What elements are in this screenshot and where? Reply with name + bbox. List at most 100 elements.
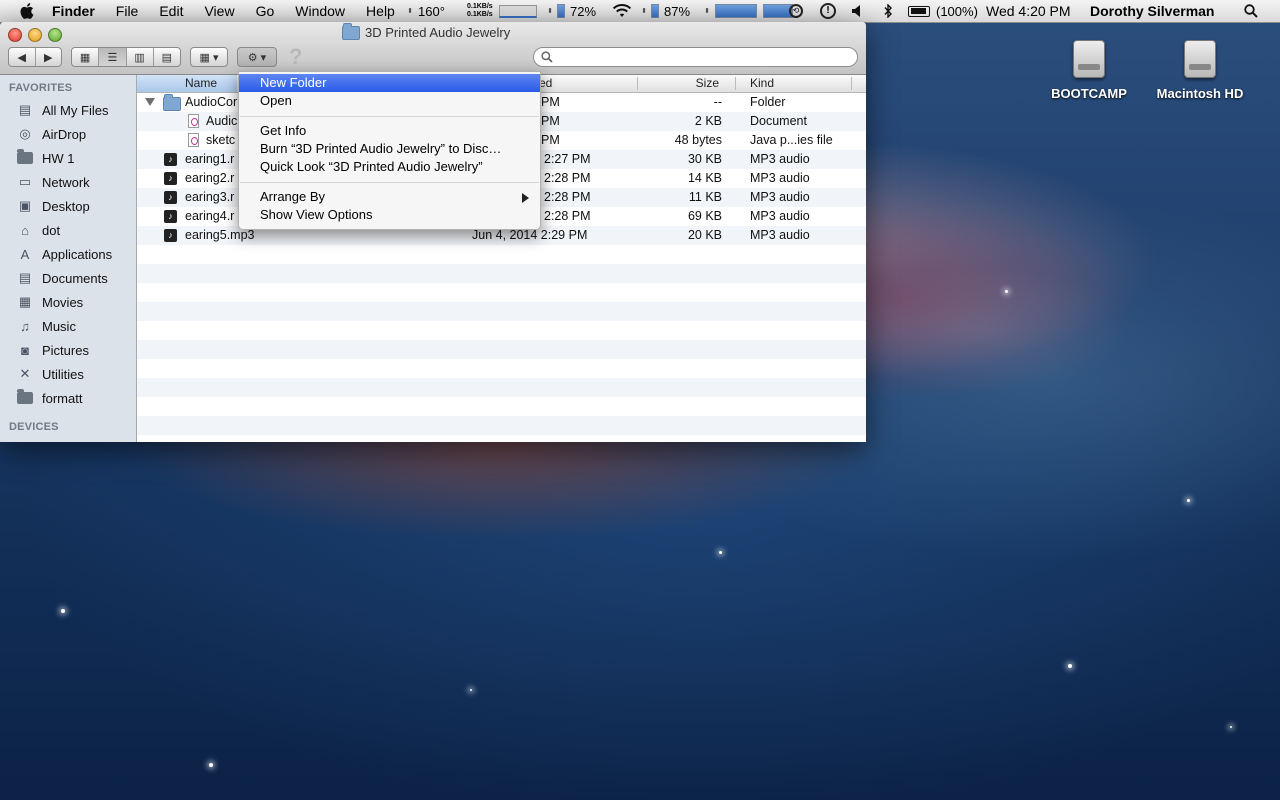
clock[interactable]: Wed 4:20 PM <box>986 0 1071 22</box>
file-date: PM <box>541 114 560 128</box>
user-name[interactable]: Dorothy Silverman <box>1090 0 1214 22</box>
spotlight-status[interactable] <box>1244 0 1258 22</box>
cover-flow-button[interactable]: ▤ <box>154 48 180 66</box>
back-arrow-icon: ◀ <box>17 51 26 64</box>
menu-item-label: Arrange By <box>260 189 326 204</box>
sidebar-item-all-my-files[interactable]: ▤ All My Files <box>0 99 136 121</box>
sidebar-item-movies[interactable]: ▦ Movies <box>0 291 136 313</box>
disk-status[interactable]: ▮ <box>703 0 793 22</box>
sidebar-item-documents[interactable]: ▤ Documents <box>0 267 136 289</box>
sidebar-item-formatt[interactable]: formatt <box>0 387 136 409</box>
file-size: 2 KB <box>694 114 722 128</box>
menu-item-arrange-by[interactable]: Arrange By <box>239 188 540 206</box>
folder-icon <box>342 22 360 40</box>
drive-macintosh-hd[interactable]: Macintosh HD <box>1145 40 1255 101</box>
menu-help[interactable]: Help <box>366 3 395 19</box>
menu-window[interactable]: Window <box>295 3 345 19</box>
forward-button[interactable]: ▶ <box>36 48 62 66</box>
back-button[interactable]: ◀ <box>9 48 36 66</box>
sidebar-item-label: Music <box>42 318 76 334</box>
alert-status[interactable]: ! <box>820 0 836 22</box>
menu-item-new-folder[interactable]: New Folder <box>239 74 540 92</box>
view-mode-control: ▦ ☰ ▥ ▤ <box>71 47 181 67</box>
minimize-button[interactable] <box>28 28 42 42</box>
sidebar-item-desktop[interactable]: ▣ Desktop <box>0 195 136 217</box>
file-kind: Folder <box>750 95 786 109</box>
star <box>209 763 213 767</box>
menu-item-show-view-options[interactable]: Show View Options <box>239 206 540 224</box>
menu-item-get-info[interactable]: Get Info <box>239 122 540 140</box>
icon-view-icon: ▦ <box>79 51 91 64</box>
menu-view[interactable]: View <box>204 3 234 19</box>
sidebar-item-network[interactable]: ▭ Network <box>0 171 136 193</box>
close-button[interactable] <box>8 28 22 42</box>
empty-row <box>137 397 866 416</box>
net-down: 0.1KB/s <box>467 11 493 18</box>
zoom-button[interactable] <box>48 28 62 42</box>
menu-edit[interactable]: Edit <box>159 3 183 19</box>
sidebar-item-applications[interactable]: A Applications <box>0 243 136 265</box>
file-date: 2:28 PM <box>544 171 591 185</box>
battery-meter-status[interactable]: ▮ 87% <box>640 0 690 22</box>
menu-bar: Finder File Edit View Go Window Help ▮ 1… <box>0 0 1280 23</box>
drive-bootcamp[interactable]: BOOTCAMP <box>1034 40 1144 101</box>
column-divider <box>851 77 852 90</box>
column-header-date[interactable]: ed <box>539 76 552 91</box>
disclosure-triangle-icon[interactable] <box>145 98 155 106</box>
temp-sensor-icon: ▮ <box>408 8 412 14</box>
arrange-button[interactable]: ▦ ▾ <box>190 47 228 67</box>
menu-separator <box>240 116 539 117</box>
sidebar-item-label: Pictures <box>42 342 89 358</box>
menu-item-quick-look[interactable]: Quick Look “3D Printed Audio Jewelry” <box>239 158 540 176</box>
sidebar-item-label: All My Files <box>42 102 109 118</box>
menu-finder[interactable]: Finder <box>52 3 95 19</box>
mp3-icon: ♪ <box>164 210 177 223</box>
volume-status[interactable] <box>852 0 862 22</box>
search-icon <box>541 51 553 63</box>
icon-view-button[interactable]: ▦ <box>72 48 100 66</box>
disk-meter-icon <box>715 4 757 18</box>
menu-file[interactable]: File <box>116 3 139 19</box>
empty-row <box>137 378 866 397</box>
menu-item-burn-to-disc[interactable]: Burn “3D Printed Audio Jewelry” to Disc… <box>239 140 540 158</box>
sidebar-item-pictures[interactable]: ◙ Pictures <box>0 339 136 361</box>
forward-arrow-icon: ▶ <box>44 51 53 64</box>
empty-row <box>137 302 866 321</box>
apple-logo-icon[interactable] <box>20 3 34 19</box>
sidebar-item-airdrop[interactable]: ◎ AirDrop <box>0 123 136 145</box>
sidebar-item-dot[interactable]: ⌂ dot <box>0 219 136 241</box>
column-divider <box>735 77 736 90</box>
battery-status[interactable]: (100%) <box>908 0 978 22</box>
list-view-icon: ☰ <box>107 51 118 64</box>
action-button[interactable]: ⚙ ▾ <box>237 47 277 67</box>
sidebar: FAVORITES ▤ All My Files ◎ AirDrop HW 1 … <box>0 75 137 442</box>
column-divider <box>637 77 638 90</box>
utilities-icon: ✕ <box>19 366 31 381</box>
window-title-text: 3D Printed Audio Jewelry <box>365 25 511 40</box>
cpu-temp-status[interactable]: ▮ 160° <box>406 0 445 22</box>
search-field[interactable] <box>533 47 858 67</box>
column-header-name[interactable]: Name <box>185 76 217 91</box>
sidebar-item-music[interactable]: ♫ Music <box>0 315 136 337</box>
file-date: 2:27 PM <box>544 152 591 166</box>
sidebar-item-hw1[interactable]: HW 1 <box>0 147 136 169</box>
list-view-button[interactable]: ☰ <box>99 48 127 66</box>
sidebar-header-devices: DEVICES <box>9 421 59 433</box>
file-name: earing1.r <box>185 152 235 166</box>
sidebar-item-utilities[interactable]: ✕ Utilities <box>0 363 136 385</box>
menu-go[interactable]: Go <box>256 3 275 19</box>
time-machine-status[interactable]: ⟲ <box>789 0 803 22</box>
sidebar-item-label: dot <box>42 222 61 238</box>
file-kind: MP3 audio <box>750 209 810 223</box>
column-header-size[interactable]: Size <box>693 76 719 91</box>
column-header-kind[interactable]: Kind <box>750 76 774 91</box>
menu-item-open[interactable]: Open <box>239 92 540 110</box>
network-status[interactable]: 0.1KB/s 0.1KB/s <box>467 0 537 22</box>
bluetooth-status[interactable] <box>883 0 893 22</box>
column-view-button[interactable]: ▥ <box>127 48 154 66</box>
column-view-icon: ▥ <box>134 51 145 64</box>
wifi-status[interactable] <box>611 0 633 22</box>
help-icon[interactable]: ? <box>289 44 302 70</box>
menu-separator <box>240 182 539 183</box>
memory-status[interactable]: ▮ 72% <box>546 0 596 22</box>
